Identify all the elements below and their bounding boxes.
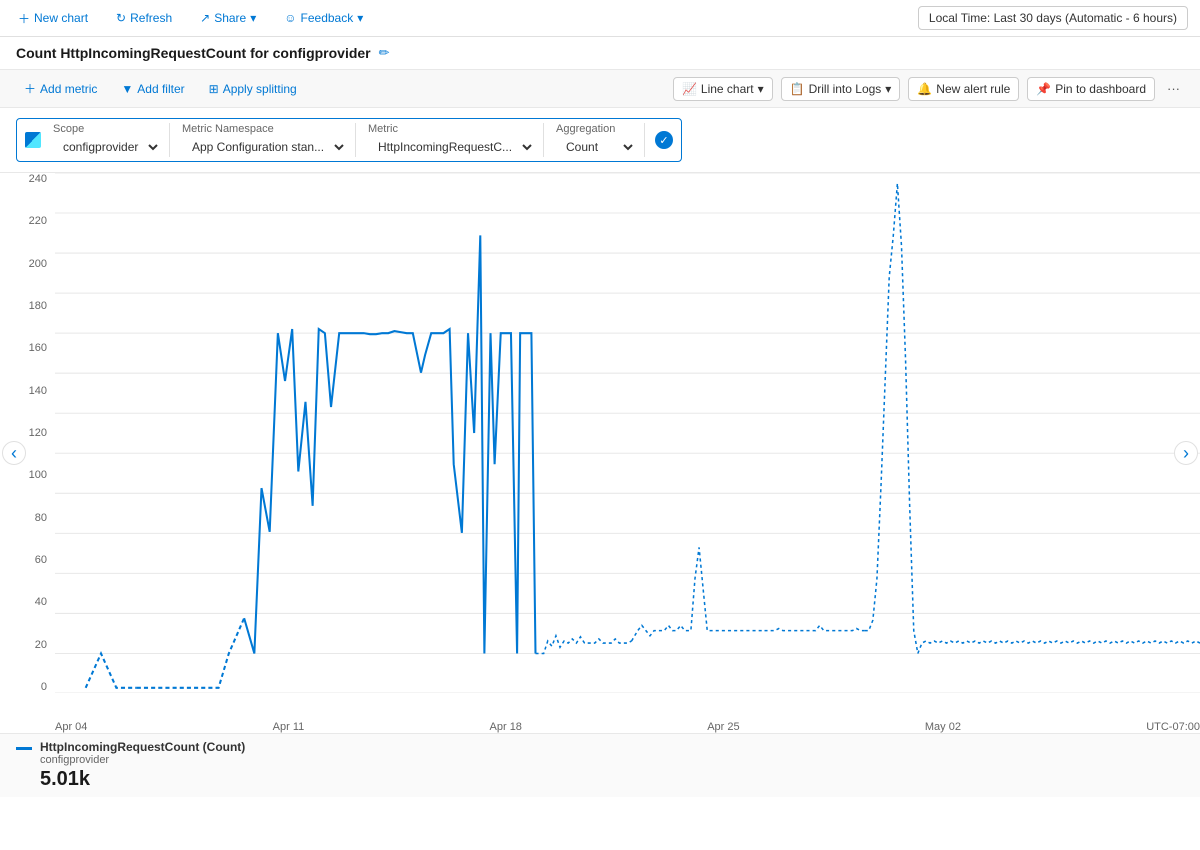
new-chart-button[interactable]: ＋ New chart: [12, 7, 94, 30]
legend-title: HttpIncomingRequestCount (Count): [40, 740, 245, 754]
chart-svg: [55, 173, 1200, 693]
filter-row: Scope configprovider Metric Namespace Ap…: [0, 108, 1200, 173]
metric-select[interactable]: HttpIncomingRequestC...: [368, 137, 535, 157]
top-bar-right: Local Time: Last 30 days (Automatic - 6 …: [918, 6, 1188, 30]
toolbar-right: 📈 Line chart ▾ 📋 Drill into Logs ▾ 🔔 New…: [673, 77, 1184, 101]
page-title: Count HttpIncomingRequestCount for confi…: [16, 45, 371, 61]
pin-to-dashboard-button[interactable]: 📌 Pin to dashboard: [1027, 77, 1155, 101]
x-label-timezone: UTC-07:00: [1146, 721, 1200, 733]
feedback-chevron-icon: ▾: [357, 11, 363, 25]
page-title-bar: Count HttpIncomingRequestCount for confi…: [0, 37, 1200, 69]
time-range-button[interactable]: Local Time: Last 30 days (Automatic - 6 …: [918, 6, 1188, 30]
filter-check-icon: ✓: [655, 131, 673, 149]
add-metric-button[interactable]: ＋ Add metric: [16, 76, 105, 101]
legend-value: 5.01k: [40, 768, 245, 791]
metric-filter: Metric HttpIncomingRequestC...: [360, 123, 544, 157]
x-label-apr11: Apr 11: [273, 721, 305, 733]
legend-color-swatch: [16, 747, 32, 750]
y-label-140: 140: [29, 385, 47, 397]
add-metric-icon: ＋: [24, 80, 36, 97]
y-label-0: 0: [41, 681, 47, 693]
refresh-icon: ↻: [116, 11, 126, 25]
namespace-select[interactable]: App Configuration stan...: [182, 137, 347, 157]
y-label-220: 220: [29, 215, 47, 227]
x-label-apr25: Apr 25: [707, 721, 739, 733]
top-bar-left: ＋ New chart ↻ Refresh ↗ Share ▾ ☺ Feedba…: [12, 7, 902, 30]
scope-label: Scope: [53, 123, 161, 135]
add-filter-button[interactable]: ▼ Add filter: [113, 78, 192, 100]
namespace-filter: Metric Namespace App Configuration stan.…: [174, 123, 356, 157]
y-label-180: 180: [29, 300, 47, 312]
chart-container: 240 220 200 180 160 140 120 100 80 60 40…: [0, 173, 1200, 733]
share-button[interactable]: ↗ Share ▾: [194, 8, 262, 28]
y-label-80: 80: [35, 512, 47, 524]
y-label-60: 60: [35, 554, 47, 566]
legend-subtitle: configprovider: [40, 754, 245, 766]
chart-toolbar: ＋ Add metric ▼ Add filter ⊞ Apply splitt…: [0, 69, 1200, 108]
metric-label: Metric: [368, 123, 535, 135]
y-label-40: 40: [35, 596, 47, 608]
new-alert-rule-button[interactable]: 🔔 New alert rule: [908, 77, 1019, 101]
aggregation-filter: Aggregation Count: [548, 123, 645, 157]
y-label-100: 100: [29, 469, 47, 481]
y-label-240: 240: [29, 173, 47, 185]
y-label-120: 120: [29, 427, 47, 439]
drill-into-logs-button[interactable]: 📋 Drill into Logs ▾: [781, 77, 901, 101]
chart-legend: HttpIncomingRequestCount (Count) configp…: [0, 733, 1200, 797]
refresh-button[interactable]: ↻ Refresh: [110, 8, 178, 28]
chart-nav-right[interactable]: ›: [1174, 441, 1198, 465]
metric-filter-box: Scope configprovider Metric Namespace Ap…: [16, 118, 682, 162]
y-axis: 240 220 200 180 160 140 120 100 80 60 40…: [0, 173, 55, 693]
line-chart-button[interactable]: 📈 Line chart ▾: [673, 77, 773, 101]
x-axis: Apr 04 Apr 11 Apr 18 Apr 25 May 02 UTC-0…: [55, 717, 1200, 733]
scope-filter: Scope configprovider: [45, 123, 170, 157]
filter-icon: ▼: [121, 82, 133, 96]
y-label-160: 160: [29, 342, 47, 354]
splitting-icon: ⊞: [209, 82, 219, 96]
alert-icon: 🔔: [917, 82, 932, 96]
pin-icon: 📌: [1036, 82, 1051, 96]
plus-icon: ＋: [18, 10, 30, 27]
share-icon: ↗: [200, 11, 210, 25]
chart-area: ‹ 240 220 200 180 160 140 120 100 80 60 …: [0, 173, 1200, 733]
x-label-may02: May 02: [925, 721, 961, 733]
y-label-200: 200: [29, 258, 47, 270]
aggregation-select[interactable]: Count: [556, 137, 636, 157]
scope-select[interactable]: configprovider: [53, 137, 161, 157]
apply-splitting-button[interactable]: ⊞ Apply splitting: [201, 78, 305, 100]
legend-text-group: HttpIncomingRequestCount (Count) configp…: [40, 740, 245, 791]
share-chevron-icon: ▾: [250, 11, 256, 25]
line-chart-icon: 📈: [682, 82, 697, 96]
more-options-button[interactable]: ···: [1163, 77, 1184, 100]
logs-chevron-icon: ▾: [885, 82, 891, 96]
x-label-apr18: Apr 18: [490, 721, 522, 733]
edit-icon[interactable]: ✏: [379, 45, 390, 61]
resource-icon: [25, 132, 41, 148]
legend-item: HttpIncomingRequestCount (Count) configp…: [16, 740, 1184, 791]
namespace-label: Metric Namespace: [182, 123, 347, 135]
top-bar: ＋ New chart ↻ Refresh ↗ Share ▾ ☺ Feedba…: [0, 0, 1200, 37]
chart-nav-left[interactable]: ‹: [2, 441, 26, 465]
y-label-20: 20: [35, 639, 47, 651]
toolbar-left: ＋ Add metric ▼ Add filter ⊞ Apply splitt…: [16, 76, 305, 101]
line-chart-chevron-icon: ▾: [758, 82, 764, 96]
aggregation-label: Aggregation: [556, 123, 636, 135]
feedback-icon: ☺: [284, 11, 296, 25]
x-label-apr04: Apr 04: [55, 721, 87, 733]
feedback-button[interactable]: ☺ Feedback ▾: [278, 8, 369, 28]
logs-icon: 📋: [790, 82, 805, 96]
